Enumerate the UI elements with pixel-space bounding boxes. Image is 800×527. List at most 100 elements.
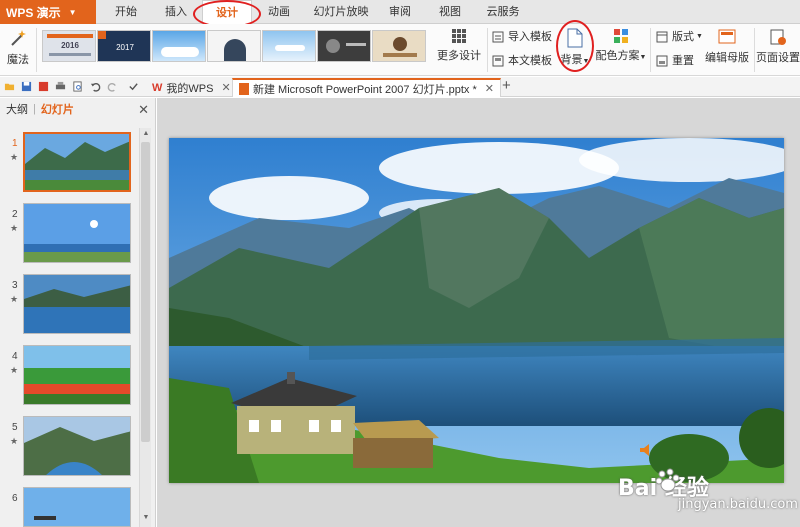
tab-bar: W 我的WPS ✕ 新建 Microsoft PowerPoint 2007 幻…	[0, 77, 800, 97]
slide-preview	[23, 274, 131, 334]
current-slide[interactable]	[169, 138, 784, 483]
reset-icon	[656, 55, 668, 67]
ribbon-divider	[36, 28, 37, 72]
color-scheme-label: 配色方案	[595, 50, 640, 62]
slide-thumbnail-5[interactable]: 5 ★	[0, 416, 140, 482]
slide-number: 5	[12, 422, 18, 433]
page-setup-label: 页面设置	[756, 52, 800, 64]
design-template-4[interactable]	[207, 30, 261, 62]
app-name: WPS 演示	[6, 5, 61, 20]
dropdown-arrow-icon: ▼	[582, 58, 590, 65]
redo-icon[interactable]	[107, 81, 118, 92]
close-icon[interactable]: ✕	[485, 82, 494, 95]
page-icon	[567, 28, 583, 48]
slide-thumbnail-1[interactable]: 1 ★	[0, 132, 140, 198]
slides-panel: 大纲 | 幻灯片 ✕ 1 ★ 2 ★ 3 ★ 4 ★ 5 ★ 6 ▲ ▼	[0, 98, 156, 527]
design-template-2[interactable]: 2017	[97, 30, 151, 62]
background-button[interactable]: 背景▼	[558, 26, 592, 67]
doc-tab-label: 新建 Microsoft PowerPoint 2007 幻灯片.pptx *	[253, 83, 477, 96]
slide-number: 1	[12, 138, 18, 149]
animation-star-icon: ★	[10, 365, 19, 375]
new-tab-plus-icon[interactable]: +	[502, 77, 511, 94]
open-folder-icon[interactable]	[4, 81, 15, 92]
scroll-up-icon[interactable]: ▲	[141, 129, 151, 139]
slide-preview	[23, 487, 131, 527]
animation-star-icon: ★	[10, 294, 19, 304]
magic-wand-icon	[11, 30, 26, 46]
scroll-down-icon[interactable]: ▼	[141, 513, 151, 523]
close-icon[interactable]: ✕	[138, 102, 149, 118]
panel-scrollbar[interactable]: ▲ ▼	[139, 128, 151, 527]
slide-number: 4	[12, 351, 18, 362]
pdf-export-icon[interactable]	[38, 81, 49, 92]
magic-button[interactable]: 魔法	[2, 26, 34, 67]
template-year: 2017	[116, 43, 134, 52]
tab-cloud[interactable]: 云服务	[478, 0, 528, 24]
template-icon	[492, 55, 504, 67]
speaker-icon[interactable]	[639, 443, 651, 457]
doc-tab-my-wps[interactable]: W 我的WPS ✕	[146, 78, 237, 97]
wps-logo-icon: W	[152, 81, 163, 94]
color-scheme-button[interactable]: 配色方案▼	[594, 26, 648, 63]
baidu-paw-icon	[655, 468, 680, 492]
more-designs-button[interactable]: 更多设计	[434, 26, 484, 63]
import-template-label: 导入模板	[508, 31, 552, 43]
template-year: 2016	[61, 41, 79, 50]
tab-view[interactable]: 视图	[428, 0, 472, 24]
design-template-5[interactable]	[262, 30, 316, 62]
outline-tab[interactable]: 大纲	[6, 101, 28, 117]
tab-animation[interactable]: 动画	[256, 0, 302, 24]
watermark-url: jingyan.baidu.com	[678, 497, 798, 512]
design-template-6[interactable]	[317, 30, 371, 62]
close-icon[interactable]: ✕	[221, 81, 230, 94]
app-menu-button[interactable]: WPS 演示 ▼	[0, 0, 96, 24]
tab-start[interactable]: 开始	[104, 0, 148, 24]
slide-thumbnail-4[interactable]: 4 ★	[0, 345, 140, 411]
tab-review[interactable]: 审阅	[378, 0, 422, 24]
save-icon[interactable]	[21, 81, 32, 92]
doc-tab-presentation[interactable]: 新建 Microsoft PowerPoint 2007 幻灯片.pptx * …	[232, 78, 501, 97]
slide-background-image	[169, 138, 784, 483]
print-preview-icon[interactable]	[72, 81, 83, 92]
dropdown-arrow-icon: ▼	[639, 54, 647, 61]
slide-editing-area[interactable]	[157, 98, 800, 527]
panel-header: 大纲 | 幻灯片	[0, 98, 156, 120]
this-doc-template-button[interactable]: 本文模板	[492, 52, 552, 70]
slide-thumbnail-6[interactable]: 6	[0, 487, 140, 527]
layout-label: 版式	[672, 31, 694, 43]
tab-slideshow[interactable]: 幻灯片放映	[308, 0, 374, 24]
reset-button[interactable]: 重置	[656, 52, 694, 70]
slide-number: 6	[12, 493, 18, 504]
magic-label: 魔法	[7, 54, 29, 66]
animation-star-icon: ★	[10, 436, 19, 446]
slide-number: 2	[12, 209, 18, 220]
tab-separator: |	[33, 103, 36, 115]
design-template-1[interactable]: 2016	[42, 30, 96, 62]
page-setup-button[interactable]: 页面设置	[756, 26, 800, 65]
scrollbar-thumb[interactable]	[141, 142, 150, 442]
slide-thumbnail-2[interactable]: 2 ★	[0, 203, 140, 269]
ribbon-divider	[487, 28, 488, 72]
animation-star-icon: ★	[10, 223, 19, 233]
design-template-7[interactable]	[372, 30, 426, 62]
master-slide-icon	[718, 29, 736, 44]
import-template-button[interactable]: 导入模板	[492, 28, 552, 46]
animation-star-icon: ★	[10, 152, 19, 162]
tab-insert[interactable]: 插入	[154, 0, 198, 24]
slide-preview	[23, 345, 131, 405]
customize-toolbar-icon[interactable]	[128, 81, 139, 92]
slides-tab[interactable]: 幻灯片	[41, 101, 74, 117]
background-label: 背景	[560, 54, 583, 66]
design-template-3[interactable]	[152, 30, 206, 62]
reset-label: 重置	[672, 55, 694, 67]
undo-icon[interactable]	[90, 81, 101, 92]
slide-thumbnail-3[interactable]: 3 ★	[0, 274, 140, 340]
layout-button[interactable]: 版式 ▼	[656, 28, 703, 46]
doc-tab-label: 我的WPS	[166, 82, 214, 95]
print-icon[interactable]	[55, 81, 66, 92]
more-designs-label: 更多设计	[437, 50, 481, 62]
tab-design[interactable]: 设计	[202, 0, 252, 25]
ribbon: 魔法 2016 2017 更多设计 导入模板 本文模板 背景▼ 配色方案▼ 版式…	[0, 24, 800, 76]
edit-master-button[interactable]: 编辑母版	[702, 26, 752, 65]
menu-bar: WPS 演示 ▼ 开始 插入 设计 动画 幻灯片放映 审阅 视图 云服务	[0, 0, 800, 25]
